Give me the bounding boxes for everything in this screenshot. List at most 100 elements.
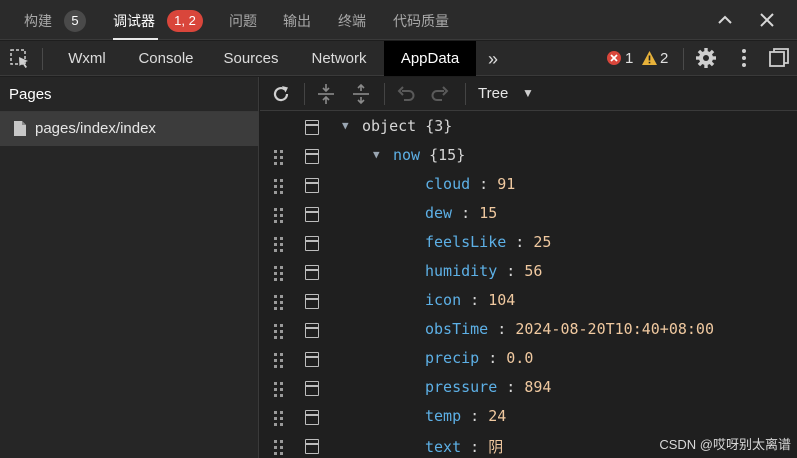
tree-key: object {3} — [362, 117, 452, 135]
toolbar-divider — [42, 48, 43, 70]
drag-handle-icon[interactable] — [274, 440, 284, 456]
drag-handle-icon[interactable] — [274, 295, 284, 311]
tab-code-quality[interactable]: 代码质量 — [393, 0, 449, 40]
pages-panel: Pages pages/index/index — [0, 77, 259, 458]
field-value[interactable]: 2024-08-20T10:40+08:00 — [515, 320, 714, 338]
close-panel-icon[interactable] — [755, 8, 779, 32]
appdata-panel: Tree ▼ ▼ object {3} ▼ now {15} cloud : 9… — [260, 77, 797, 458]
tree-row-field: temp : 24 — [260, 404, 797, 433]
field-key: dew — [425, 204, 453, 222]
edit-toggle-icon[interactable] — [305, 149, 319, 164]
error-icon — [606, 50, 622, 66]
tree-row-field: dew : 15 — [260, 201, 797, 230]
edit-toggle-icon[interactable] — [305, 178, 319, 193]
tab-code-quality-label: 代码质量 — [393, 13, 449, 29]
edit-toggle-icon[interactable] — [305, 381, 319, 396]
edit-toggle-icon[interactable] — [305, 352, 319, 367]
drag-handle-icon[interactable] — [274, 208, 284, 224]
drag-handle-icon[interactable] — [274, 266, 284, 282]
edit-toggle-icon[interactable] — [305, 265, 319, 280]
tab-console-label: Console — [138, 50, 194, 67]
key-separator: : — [461, 407, 489, 425]
tab-output[interactable]: 输出 — [283, 0, 311, 40]
key-separator: : — [497, 378, 525, 396]
field-value[interactable]: 894 — [524, 378, 551, 396]
expand-arrow-icon[interactable]: ▼ — [342, 119, 349, 132]
tab-output-label: 输出 — [283, 13, 311, 29]
field-key: temp — [425, 407, 462, 425]
key-separator: : — [506, 233, 534, 251]
tab-console[interactable]: Console — [128, 41, 204, 76]
warning-count[interactable]: 2 — [660, 41, 668, 76]
field-key: icon — [425, 291, 462, 309]
field-key: feelsLike — [425, 233, 507, 251]
tree-key: precip : 0.0 — [425, 349, 533, 367]
field-value[interactable]: 0.0 — [506, 349, 533, 367]
expand-all-icon[interactable] — [314, 82, 338, 106]
tab-wxml[interactable]: Wxml — [56, 41, 118, 76]
tab-debugger[interactable]: 调试器 — [113, 0, 158, 40]
tab-build[interactable]: 构建 — [24, 0, 52, 40]
more-options-icon[interactable] — [732, 46, 756, 70]
appdata-toolbar: Tree ▼ — [260, 77, 797, 111]
edit-toggle-icon[interactable] — [305, 323, 319, 338]
field-value[interactable]: 15 — [479, 204, 497, 222]
tab-debugger-label: 调试器 — [113, 13, 155, 29]
field-value[interactable]: 91 — [497, 175, 515, 193]
collapse-all-icon[interactable] — [349, 82, 373, 106]
more-tabs-button[interactable]: » — [482, 41, 504, 76]
refresh-icon[interactable] — [269, 82, 293, 106]
redo-icon[interactable] — [428, 82, 452, 106]
drag-handle-icon[interactable] — [274, 179, 284, 195]
tree-row-now: ▼ now {15} — [260, 143, 797, 172]
field-value[interactable]: 25 — [533, 233, 551, 251]
tree-row-field: humidity : 56 — [260, 259, 797, 288]
tab-problems[interactable]: 问题 — [229, 0, 257, 40]
field-key: cloud — [425, 175, 471, 193]
key-separator: : — [479, 349, 507, 367]
drag-handle-icon[interactable] — [274, 353, 284, 369]
tab-sources-label: Sources — [223, 50, 279, 67]
drag-handle-icon[interactable] — [274, 150, 284, 166]
field-value[interactable]: 24 — [488, 407, 506, 425]
tab-appdata[interactable]: AppData — [384, 41, 476, 76]
page-item-index[interactable]: pages/index/index — [0, 112, 259, 146]
tab-appdata-label: AppData — [400, 50, 460, 67]
edit-toggle-icon[interactable] — [305, 120, 319, 135]
drag-handle-icon[interactable] — [274, 411, 284, 427]
tab-network[interactable]: Network — [298, 41, 380, 76]
drag-handle-icon[interactable] — [274, 324, 284, 340]
dock-side-icon[interactable] — [767, 46, 791, 70]
tree-row-field: precip : 0.0 — [260, 346, 797, 375]
tree-key: dew : 15 — [425, 204, 497, 222]
tree-key: humidity : 56 — [425, 262, 542, 280]
edit-toggle-icon[interactable] — [305, 439, 319, 454]
tab-problems-label: 问题 — [229, 13, 257, 29]
tab-terminal[interactable]: 终端 — [338, 0, 366, 40]
element-picker-icon[interactable] — [8, 47, 32, 71]
tree-key: cloud : 91 — [425, 175, 515, 193]
collapse-panel-icon[interactable] — [713, 8, 737, 32]
edit-toggle-icon[interactable] — [305, 207, 319, 222]
field-value[interactable]: 阴 — [488, 438, 503, 456]
error-count[interactable]: 1 — [625, 41, 633, 76]
edit-toggle-icon[interactable] — [305, 294, 319, 309]
drag-handle-icon[interactable] — [274, 237, 284, 253]
drag-handle-icon[interactable] — [274, 382, 284, 398]
edit-toggle-icon[interactable] — [305, 236, 319, 251]
toolbar-divider — [384, 83, 385, 105]
chevron-down-icon[interactable]: ▼ — [522, 86, 534, 100]
tab-sources[interactable]: Sources — [213, 41, 289, 76]
view-mode-select[interactable]: Tree — [478, 85, 508, 102]
tree-row-field: icon : 104 — [260, 288, 797, 317]
undo-icon[interactable] — [394, 82, 418, 106]
more-tabs-glyph: » — [487, 49, 498, 69]
field-key: text — [425, 438, 462, 456]
tree-key: obsTime : 2024-08-20T10:40+08:00 — [425, 320, 714, 338]
field-value[interactable]: 104 — [488, 291, 515, 309]
edit-toggle-icon[interactable] — [305, 410, 319, 425]
tree-key: temp : 24 — [425, 407, 506, 425]
field-value[interactable]: 56 — [524, 262, 542, 280]
expand-arrow-icon[interactable]: ▼ — [373, 148, 380, 161]
settings-gear-icon[interactable] — [694, 46, 718, 70]
